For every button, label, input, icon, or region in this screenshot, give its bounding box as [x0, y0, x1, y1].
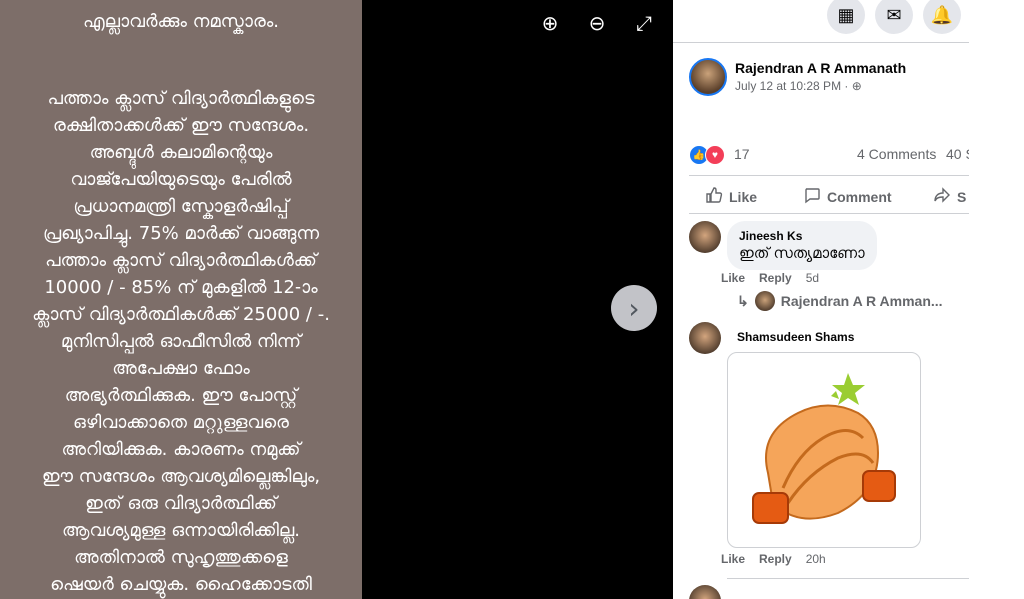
like-label: Like: [729, 188, 758, 205]
commenter-avatar[interactable]: [689, 322, 721, 354]
author-name[interactable]: Rajendran A R Ammanath: [735, 60, 906, 76]
post-photo: എല്ലാവർക്കും നമസ്കാരം. പത്താം ക്ലാസ് വിദ…: [0, 0, 362, 599]
photo-line: പ്രധാനമന്ത്രി സ്കോളർഷിപ്പ്: [73, 196, 289, 217]
photo-body: പത്താം ക്ലാസ് വിദ്യാർത്ഥികളുടെ രക്ഷിതാക്…: [12, 85, 350, 598]
messenger-icon[interactable]: ✉: [875, 0, 913, 34]
commenter-name[interactable]: Jineesh Ks: [739, 229, 865, 243]
love-reaction-icon: ♥: [705, 145, 725, 165]
fullscreen-icon[interactable]: ⤢: [631, 10, 657, 36]
divider: [727, 578, 969, 579]
photo-line: അബ്ദുൾ കലാമിന്റെയും: [89, 142, 273, 163]
divider: [689, 175, 969, 176]
like-button[interactable]: Like: [705, 186, 757, 207]
reply-preview[interactable]: ↳ Rajendran A R Amman...: [737, 291, 943, 311]
photo-line: മുനിസിപ്പൽ ഓഫീസിൽ നിന്ന്: [60, 331, 302, 352]
top-nav-icons: ▦ ✉ 🔔: [827, 0, 961, 34]
reply-author-name: Rajendran A R Amman...: [780, 293, 943, 309]
divider: [689, 213, 969, 214]
photo-line: പ്രഖ്യാപിച്ചു. 75% മാർക്ക് വാങ്ങുന്ന: [42, 223, 320, 244]
post-date[interactable]: July 12 at 10:28 PM ·: [735, 79, 852, 93]
reply-arrow-icon: ↳: [737, 292, 749, 309]
photo-line: ഇത് ഒരു വിദ്യാർത്ഥിക്ക്: [85, 493, 277, 514]
photo-line: അപേക്ഷാ ഫോം: [112, 358, 250, 379]
photo-line: അറിയിക്കുക. കാരണം നമുക്ക്: [61, 439, 301, 460]
comment-like-button[interactable]: Like: [721, 552, 745, 566]
post-timestamp: July 12 at 10:28 PM · ⊕: [735, 79, 906, 93]
menu-grid-icon[interactable]: ▦: [827, 0, 865, 34]
clapping-hands-sticker: [727, 352, 921, 548]
next-commenter-avatar[interactable]: [689, 585, 721, 599]
post-author: Rajendran A R Ammanath July 12 at 10:28 …: [689, 58, 906, 96]
comment-bubble: Jineesh Ks ഇത് സത്യമാണോ: [727, 221, 877, 270]
comment-like-button[interactable]: Like: [721, 271, 745, 285]
comment-actions: Like Reply 20h: [721, 552, 826, 566]
photo-line: പത്താം ക്ലാസ് വിദ്യാർത്ഥികൾക്ക്: [45, 250, 317, 271]
zoom-out-icon[interactable]: ⊖: [584, 10, 610, 36]
comment-text: ഇത് സത്യമാണോ: [739, 245, 865, 262]
comment-label: Comment: [827, 188, 892, 205]
comment-reply-button[interactable]: Reply: [759, 271, 792, 285]
photo-line: 10000 / - 85% ന് മുകളിൽ 12-ാം: [44, 277, 318, 298]
divider: [673, 42, 969, 43]
photo-line: അതിനാൽ സുഹൃത്തുക്കളെ: [74, 547, 288, 568]
photo-line: ക്ലാസ് വിദ്യാർത്ഥികൾക്ക് 25000 / -.: [32, 304, 330, 325]
comment-time[interactable]: 20h: [806, 552, 826, 566]
notifications-icon[interactable]: 🔔: [923, 0, 961, 34]
zoom-in-icon[interactable]: ⊕: [537, 10, 563, 36]
comment-icon: [803, 186, 821, 207]
commenter-name[interactable]: Shamsudeen Shams: [737, 330, 854, 344]
share-button[interactable]: S: [933, 186, 966, 207]
globe-icon: ⊕: [851, 79, 862, 93]
thumbs-up-icon: [705, 186, 723, 207]
author-avatar[interactable]: [689, 58, 727, 96]
comment-actions: Like Reply 5d: [721, 271, 819, 285]
reactions-icons[interactable]: 👍 ♥: [689, 145, 725, 165]
commenter-avatar[interactable]: [689, 221, 721, 253]
photo-line: ഒഴിവാക്കാതെ മറ്റുള്ളവരെ: [73, 412, 289, 433]
share-label: S: [957, 188, 967, 205]
photo-line: രക്ഷിതാക്കൾക്ക് ഈ സന്ദേശം.: [52, 115, 310, 136]
reply-author-avatar: [754, 291, 775, 311]
chevron-right-icon: ›: [628, 291, 640, 325]
photo-line: ആവശ്യമുള്ള ഒന്നായിരിക്കില്ല.: [61, 520, 301, 541]
photo-line: ഈ സന്ദേശം ആവശ്യമില്ലെങ്കിലും,: [41, 466, 321, 487]
shares-count[interactable]: 40 S: [946, 146, 969, 162]
photo-greeting: എല്ലാവർക്കും നമസ്കാരം.: [82, 11, 280, 32]
share-icon: [933, 186, 951, 207]
comments-count[interactable]: 4 Comments: [857, 146, 936, 162]
comment-button[interactable]: Comment: [803, 186, 892, 207]
post-sidebar: ▦ ✉ 🔔 Rajendran A R Ammanath July 12 at …: [673, 0, 969, 599]
next-photo-button[interactable]: ›: [611, 285, 657, 331]
photo-line: പത്താം ക്ലാസ് വിദ്യാർത്ഥികളുടെ: [47, 88, 315, 109]
photo-viewer: എല്ലാവർക്കും നമസ്കാരം. പത്താം ക്ലാസ് വിദ…: [0, 0, 673, 599]
photo-line: വാജ്പേയിയുടെയും പേരിൽ: [70, 169, 292, 190]
post-actions: Like Comment S: [673, 182, 969, 210]
comment-time[interactable]: 5d: [806, 271, 819, 285]
reaction-count[interactable]: 17: [734, 146, 750, 162]
photo-line: ഷെയർ ചെയ്യുക. ഹൈക്കോടതി: [50, 574, 312, 595]
comment-reply-button[interactable]: Reply: [759, 552, 792, 566]
photo-line: അഭ്യർത്ഥിക്കുക. ഈ പോസ്റ്റ്: [64, 385, 298, 406]
